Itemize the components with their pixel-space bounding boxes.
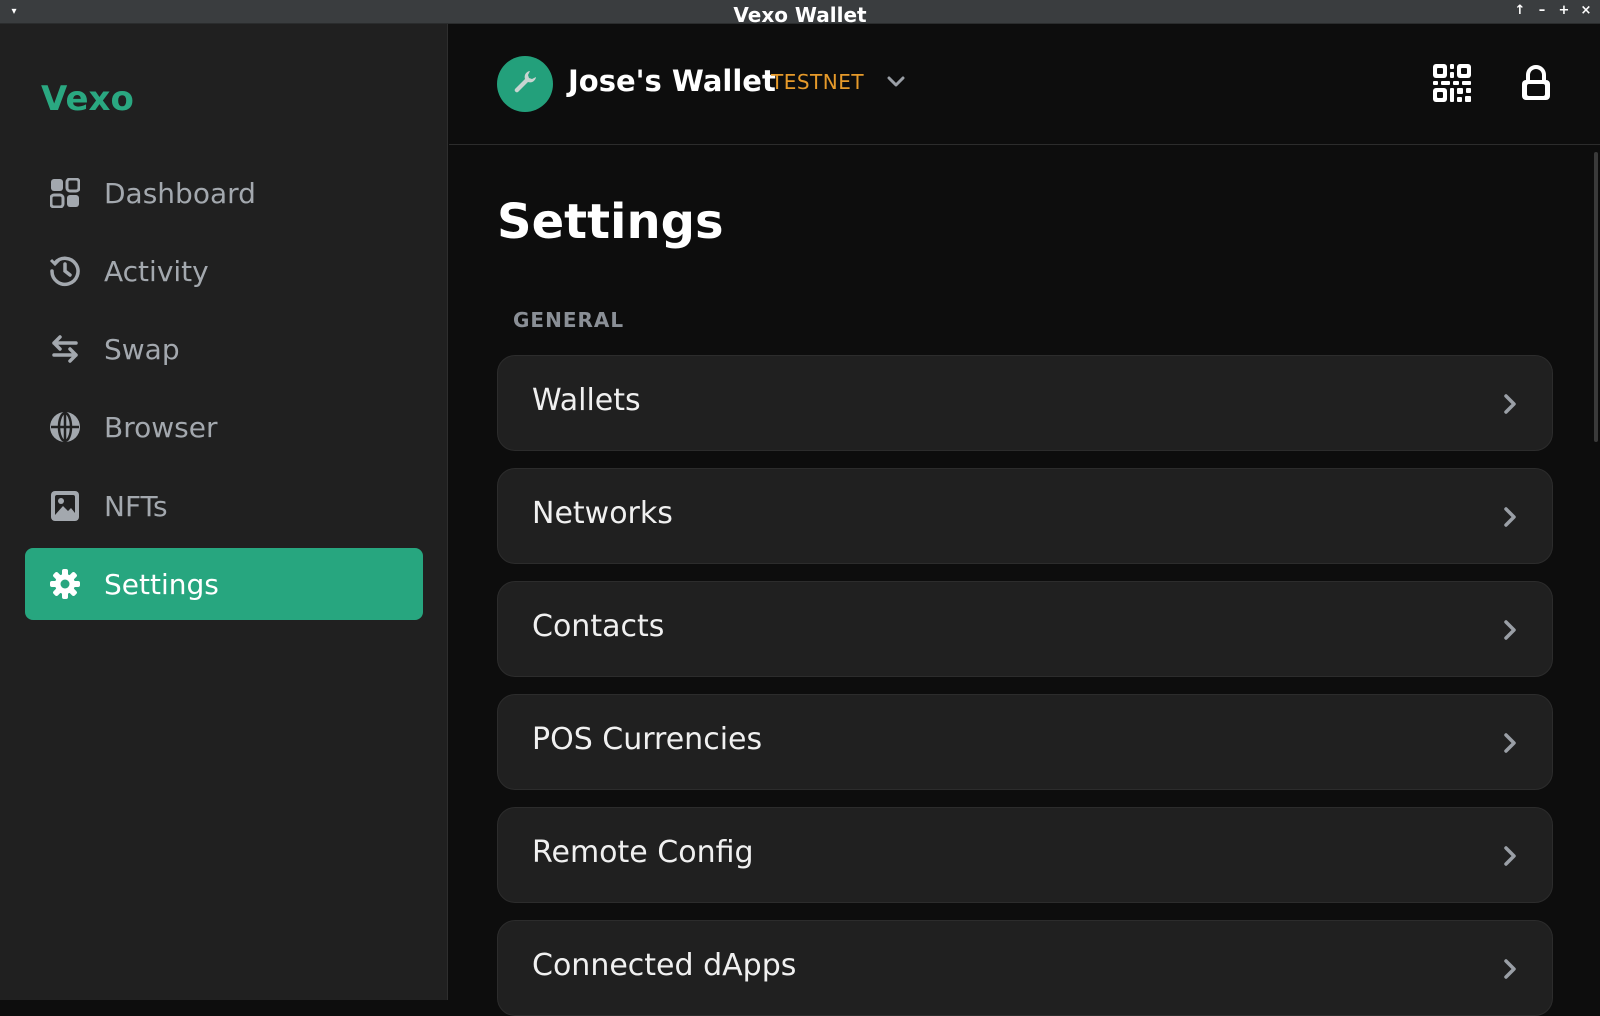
sidebar-item-swap[interactable]: Swap (25, 313, 423, 385)
qr-code-icon (1433, 64, 1471, 106)
chevron-right-icon (1498, 954, 1522, 984)
settings-row-pos-currencies[interactable]: POS Currencies (497, 694, 1553, 790)
settings-row-label: POS Currencies (532, 722, 763, 757)
image-icon (48, 489, 82, 523)
sidebar-item-label: Activity (104, 254, 209, 288)
settings-row-remote-config[interactable]: Remote Config (497, 807, 1553, 903)
wallet-name[interactable]: Jose's Wallet (568, 64, 776, 98)
sidebar: Vexo Dashboard Activity Swap Browser NFT… (0, 24, 448, 1000)
window-controls: ↑ – + × (1512, 2, 1594, 20)
network-badge: TESTNET (771, 70, 865, 94)
window-title: Vexo Wallet (733, 3, 867, 24)
sidebar-item-activity[interactable]: Activity (25, 235, 423, 307)
window-minimize-icon[interactable]: – (1534, 2, 1550, 20)
swap-arrows-icon (48, 332, 82, 366)
sidebar-item-label: NFTs (104, 489, 168, 523)
sidebar-item-browser[interactable]: Browser (25, 391, 423, 463)
dashboard-icon (48, 176, 82, 210)
lock-wallet-button[interactable] (1515, 64, 1557, 106)
sidebar-item-nfts[interactable]: NFTs (25, 470, 423, 542)
chevron-down-icon (886, 74, 906, 93)
chevron-right-icon (1498, 728, 1522, 758)
history-icon (48, 254, 82, 288)
sidebar-item-dashboard[interactable]: Dashboard (25, 157, 423, 229)
section-label-general: GENERAL (513, 308, 625, 332)
settings-row-label: Contacts (532, 609, 665, 644)
sidebar-item-label: Browser (104, 410, 218, 444)
chevron-right-icon (1498, 615, 1522, 645)
chevron-right-icon (1498, 502, 1522, 532)
wrench-icon (512, 69, 538, 99)
app-logo[interactable]: Vexo (41, 79, 134, 119)
main-scrollbar[interactable] (1594, 152, 1598, 442)
chevron-right-icon (1498, 841, 1522, 871)
sidebar-item-label: Swap (104, 332, 180, 366)
sidebar-item-label: Settings (104, 567, 219, 601)
page-title: Settings (497, 194, 724, 250)
window-titlebar: ▾ Vexo Wallet ↑ – + × (0, 0, 1600, 24)
settings-row-label: Networks (532, 496, 673, 531)
settings-row-wallets[interactable]: Wallets (497, 355, 1553, 451)
window-close-icon[interactable]: × (1578, 2, 1594, 20)
wallet-header: Jose's Wallet TESTNET (449, 24, 1600, 145)
settings-row-networks[interactable]: Networks (497, 468, 1553, 564)
sidebar-item-label: Dashboard (104, 176, 256, 210)
qr-code-button[interactable] (1431, 64, 1473, 106)
settings-row-contacts[interactable]: Contacts (497, 581, 1553, 677)
gear-icon (48, 567, 82, 601)
window-raise-icon[interactable]: ↑ (1512, 2, 1528, 20)
chevron-right-icon (1498, 389, 1522, 419)
window-maximize-icon[interactable]: + (1556, 2, 1572, 20)
lock-icon (1520, 65, 1552, 105)
wallet-avatar[interactable] (497, 56, 553, 112)
sidebar-item-settings[interactable]: Settings (25, 548, 423, 620)
main-content: Jose's Wallet TESTNET Settings GENERAL W… (449, 24, 1600, 1016)
settings-row-label: Remote Config (532, 835, 754, 870)
settings-row-label: Wallets (532, 383, 641, 418)
settings-row-label: Connected dApps (532, 948, 797, 983)
settings-row-connected-dapps[interactable]: Connected dApps (497, 920, 1553, 1016)
wallet-switcher-button[interactable] (881, 68, 911, 98)
globe-icon (48, 410, 82, 444)
